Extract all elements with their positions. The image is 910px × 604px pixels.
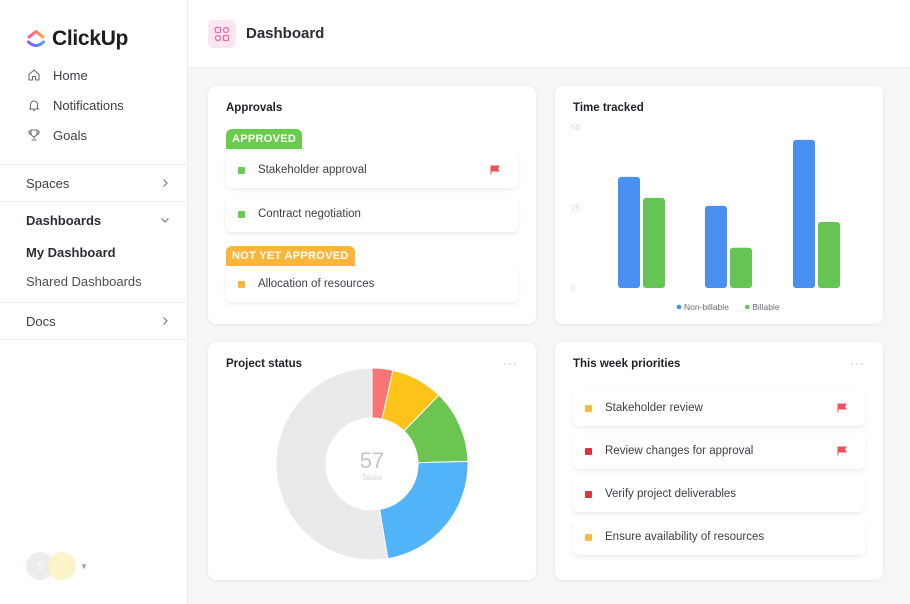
y-tick-label: 50 <box>571 123 580 132</box>
task-label: Contract negotiation <box>258 208 361 220</box>
docs-section: Docs <box>0 302 187 340</box>
approval-task[interactable]: Contract negotiation <box>226 196 518 232</box>
task-label: Stakeholder review <box>605 402 703 414</box>
bar-non-billable <box>793 139 815 288</box>
priority-task[interactable]: Review changes for approval <box>573 433 865 469</box>
sidebar-item-shared-dashboards[interactable]: Shared Dashboards <box>0 267 187 296</box>
dashboard-icon <box>208 19 236 48</box>
nav-item-goals[interactable]: Goals <box>0 120 187 150</box>
nav-item-home[interactable]: Home <box>0 60 187 90</box>
priority-square-icon <box>585 404 592 412</box>
bar-non-billable <box>705 205 727 288</box>
flag-icon[interactable] <box>490 165 500 175</box>
spaces-section: Spaces <box>0 164 187 201</box>
avatar <box>48 552 76 580</box>
legend-marker <box>676 304 682 310</box>
donut-center-value: 57 <box>360 448 384 473</box>
priority-square-icon <box>585 490 592 498</box>
docs-label: Docs <box>26 313 56 329</box>
widget-title: This week priorities <box>573 358 681 370</box>
priority-square-icon <box>585 533 592 541</box>
project-status-widget: Project status ··· 57 Tasks <box>208 342 536 580</box>
more-options-icon[interactable]: ··· <box>850 356 865 370</box>
chevron-right-icon <box>159 177 171 189</box>
task-label: Stakeholder approval <box>258 164 367 176</box>
app-window: ClickUp Home Notifications Goals Spaces … <box>0 0 910 604</box>
bar-billable <box>818 221 840 288</box>
caret-down-icon: ▼ <box>80 561 88 571</box>
clickup-logo-icon <box>27 30 45 47</box>
project-status-chart: 57Tasks <box>275 367 469 561</box>
priorities-widget: This week priorities ··· Stakeholder rev… <box>555 342 883 580</box>
flag-icon[interactable] <box>837 403 847 413</box>
sidebar: ClickUp Home Notifications Goals Spaces … <box>0 0 188 604</box>
legend-label: Billable <box>752 302 780 312</box>
status-square-icon <box>238 166 245 174</box>
chevron-right-icon <box>159 315 171 327</box>
nav-label: Home <box>53 67 88 83</box>
main-content: Dashboard Approvals APPROVED Stakeholder… <box>188 0 910 604</box>
logo-text: ClickUp <box>52 27 129 50</box>
flag-icon[interactable] <box>837 446 847 456</box>
page-header: Dashboard <box>188 0 910 68</box>
time-tracked-chart: 50 25 0 Non-billable Billable <box>571 123 840 312</box>
trophy-icon <box>26 127 42 143</box>
task-label: Ensure availability of resources <box>605 531 765 543</box>
page-title: Dashboard <box>246 25 325 42</box>
y-tick-label: 0 <box>571 284 576 293</box>
approval-task[interactable]: Stakeholder approval <box>226 152 518 188</box>
widget-title: Approvals <box>226 102 283 114</box>
bell-icon <box>26 97 42 113</box>
legend-marker <box>744 304 750 310</box>
status-square-icon <box>238 280 245 288</box>
priority-task[interactable]: Ensure availability of resources <box>573 519 865 555</box>
primary-nav: Home Notifications Goals <box>0 56 187 150</box>
docs-toggle[interactable]: Docs <box>0 303 187 339</box>
dashboards-section: Dashboards My Dashboard Shared Dashboard… <box>0 201 187 296</box>
not-approved-badge: NOT YET APPROVED <box>226 246 355 266</box>
task-label: Review changes for approval <box>605 445 754 457</box>
logo[interactable]: ClickUp <box>0 0 187 56</box>
dashboards-toggle[interactable]: Dashboards <box>0 202 187 238</box>
spaces-label: Spaces <box>26 175 70 191</box>
chevron-down-icon <box>159 214 171 226</box>
y-tick-label: 25 <box>571 204 580 213</box>
time-tracked-widget: Time tracked 50 25 0 Non-billable Billable <box>555 86 883 324</box>
task-label: Allocation of resources <box>258 278 375 290</box>
nav-item-notifications[interactable]: Notifications <box>0 90 187 120</box>
bar-non-billable <box>618 176 640 288</box>
bar-billable <box>730 247 752 288</box>
nav-label: Notifications <box>53 97 124 113</box>
task-label: Verify project deliverables <box>605 488 737 500</box>
donut-center-label: Tasks <box>362 473 382 482</box>
approval-task[interactable]: Allocation of resources <box>226 266 518 302</box>
priority-task[interactable]: Stakeholder review <box>573 390 865 426</box>
priority-task[interactable]: Verify project deliverables <box>573 476 865 512</box>
sidebar-item-my-dashboard[interactable]: My Dashboard <box>0 238 187 267</box>
approvals-widget: Approvals APPROVED Stakeholder approval … <box>208 86 536 324</box>
home-icon <box>26 67 42 83</box>
approved-badge: APPROVED <box>226 129 303 149</box>
status-square-icon <box>238 210 245 218</box>
legend-label: Non-billable <box>684 302 729 312</box>
spaces-toggle[interactable]: Spaces <box>0 165 187 201</box>
priority-square-icon <box>585 447 592 455</box>
user-menu[interactable]: S ▼ <box>26 552 88 580</box>
nav-label: Goals <box>53 127 87 143</box>
bar-billable <box>643 197 665 288</box>
dashboards-label: Dashboards <box>26 212 102 228</box>
